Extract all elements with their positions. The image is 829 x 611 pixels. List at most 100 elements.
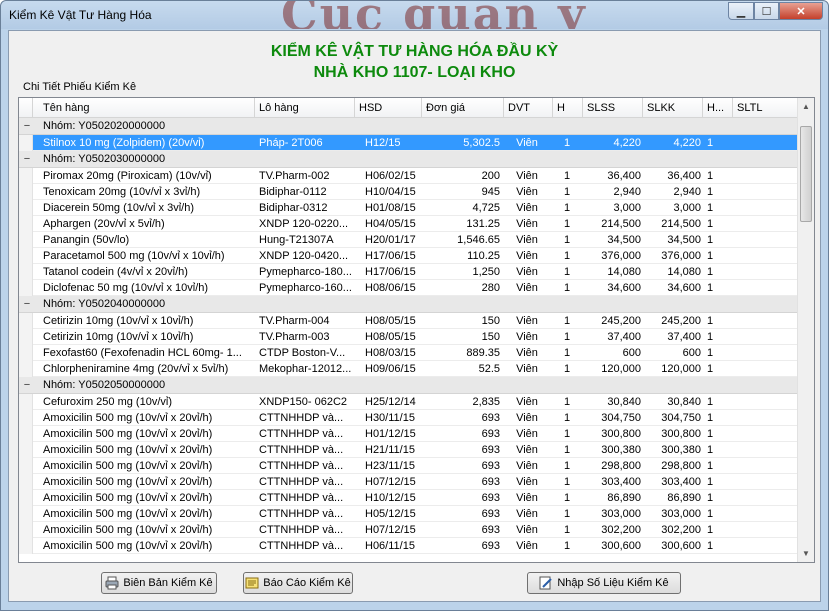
cell-h[interactable]: 1 xyxy=(553,330,581,344)
table-row[interactable]: Amoxicilin 500 mg (10v/vỉ x 20vỉ/h) CTTNH… xyxy=(19,410,799,426)
cell-h2[interactable]: 1 xyxy=(707,330,731,344)
cell-slss[interactable]: 302,200 xyxy=(583,523,641,537)
cell-slkk[interactable]: 600 xyxy=(643,346,701,360)
cell-sltl[interactable] xyxy=(735,330,797,344)
cell-sltl[interactable] xyxy=(735,136,797,150)
cell-h2[interactable]: 1 xyxy=(707,443,731,457)
cell-slss[interactable]: 86,890 xyxy=(583,491,641,505)
cell-sltl[interactable] xyxy=(735,233,797,247)
cell-lot[interactable]: CTTNHHDP và... xyxy=(259,507,353,521)
cell-slkk[interactable]: 302,200 xyxy=(643,523,701,537)
table-row[interactable]: Amoxicilin 500 mg (10v/vỉ x 20vỉ/h) CTTNH… xyxy=(19,506,799,522)
cell-slss[interactable]: 2,940 xyxy=(583,185,641,199)
cell-price[interactable]: 131.25 xyxy=(422,217,500,231)
cell-price[interactable]: 889.35 xyxy=(422,346,500,360)
cell-slkk[interactable]: 86,890 xyxy=(643,491,701,505)
column-h2[interactable]: H... xyxy=(703,98,733,118)
cell-sltl[interactable] xyxy=(735,395,797,409)
cell-slkk[interactable]: 214,500 xyxy=(643,217,701,231)
cell-slss[interactable]: 304,750 xyxy=(583,411,641,425)
cell-h[interactable]: 1 xyxy=(553,395,581,409)
cell-h2[interactable]: 1 xyxy=(707,201,731,215)
column-ten-hang[interactable]: Tên hàng xyxy=(33,98,255,118)
cell-h2[interactable]: 1 xyxy=(707,249,731,263)
cell-lot[interactable]: Pymepharco-180... xyxy=(259,265,353,279)
column-slkk[interactable]: SLKK xyxy=(643,98,703,118)
group-row[interactable]: − Nhóm: Y0502050000000 xyxy=(19,377,799,394)
cell-name[interactable]: Amoxicilin 500 mg (10v/vỉ x 20vỉ/h) xyxy=(43,459,253,473)
cell-slss[interactable]: 300,380 xyxy=(583,443,641,457)
cell-lot[interactable]: TV.Pharm-004 xyxy=(259,314,353,328)
cell-h[interactable]: 1 xyxy=(553,523,581,537)
table-row[interactable]: Amoxicilin 500 mg (10v/vỉ x 20vỉ/h) CTTNH… xyxy=(19,458,799,474)
cell-h2[interactable]: 1 xyxy=(707,281,731,295)
cell-price[interactable]: 693 xyxy=(422,539,500,553)
cell-price[interactable]: 693 xyxy=(422,475,500,489)
cell-unit[interactable]: Viên xyxy=(507,281,547,295)
cell-slkk[interactable]: 4,220 xyxy=(643,136,701,150)
cell-hsd[interactable]: H07/12/15 xyxy=(365,475,419,489)
cell-unit[interactable]: Viên xyxy=(507,427,547,441)
cell-price[interactable]: 693 xyxy=(422,427,500,441)
cell-slss[interactable]: 298,800 xyxy=(583,459,641,473)
cell-h[interactable]: 1 xyxy=(553,217,581,231)
cell-sltl[interactable] xyxy=(735,427,797,441)
cell-lot[interactable]: Pháp- 2T006 xyxy=(259,136,353,150)
cell-name[interactable]: Diclofenac 50 mg (10v/vỉ x 10vỉ/h) xyxy=(43,281,253,295)
cell-slss[interactable]: 245,200 xyxy=(583,314,641,328)
cell-h2[interactable]: 1 xyxy=(707,491,731,505)
table-row[interactable]: Amoxicilin 500 mg (10v/vỉ x 20vỉ/h) CTTNH… xyxy=(19,442,799,458)
cell-slss[interactable]: 36,400 xyxy=(583,169,641,183)
cell-price[interactable]: 1,250 xyxy=(422,265,500,279)
cell-sltl[interactable] xyxy=(735,523,797,537)
table-row[interactable]: Diacerein 50mg (10v/vỉ x 3vỉ/h) Bidiphar-… xyxy=(19,200,799,216)
cell-lot[interactable]: XNDP 120-0220... xyxy=(259,217,353,231)
cell-name[interactable]: Diacerein 50mg (10v/vỉ x 3vỉ/h) xyxy=(43,201,253,215)
cell-lot[interactable]: CTTNHHDP và... xyxy=(259,539,353,553)
cell-hsd[interactable]: H07/12/15 xyxy=(365,523,419,537)
cell-h2[interactable]: 1 xyxy=(707,475,731,489)
column-hsd[interactable]: HSD xyxy=(355,98,422,118)
cell-lot[interactable]: TV.Pharm-002 xyxy=(259,169,353,183)
table-row[interactable]: Diclofenac 50 mg (10v/vỉ x 10vỉ/h) Pymeph… xyxy=(19,280,799,296)
cell-h[interactable]: 1 xyxy=(553,427,581,441)
collapse-icon[interactable]: − xyxy=(21,378,33,392)
table-row[interactable]: Amoxicilin 500 mg (10v/vỉ x 20vỉ/h) CTTNH… xyxy=(19,474,799,490)
table-row[interactable]: Cefuroxim 250 mg (10v/vỉ) XNDP150- 062C2 H… xyxy=(19,394,799,410)
cell-slss[interactable]: 300,600 xyxy=(583,539,641,553)
cell-slkk[interactable]: 300,600 xyxy=(643,539,701,553)
cell-sltl[interactable] xyxy=(735,443,797,457)
cell-unit[interactable]: Viên xyxy=(507,265,547,279)
cell-slkk[interactable]: 304,750 xyxy=(643,411,701,425)
cell-hsd[interactable]: H09/06/15 xyxy=(365,362,419,376)
collapse-icon[interactable]: − xyxy=(21,152,33,166)
cell-name[interactable]: Amoxicilin 500 mg (10v/vỉ x 20vỉ/h) xyxy=(43,443,253,457)
cell-slss[interactable]: 303,400 xyxy=(583,475,641,489)
cell-slkk[interactable]: 300,380 xyxy=(643,443,701,457)
cell-hsd[interactable]: H20/01/17 xyxy=(365,233,419,247)
cell-h2[interactable]: 1 xyxy=(707,136,731,150)
cell-h2[interactable]: 1 xyxy=(707,427,731,441)
cell-name[interactable]: Chlorpheniramine 4mg (20v/vỉ x 5vỉ/h) xyxy=(43,362,253,376)
cell-h[interactable]: 1 xyxy=(553,314,581,328)
cell-hsd[interactable]: H21/11/15 xyxy=(365,443,419,457)
collapse-icon[interactable]: − xyxy=(21,297,33,311)
cell-unit[interactable]: Viên xyxy=(507,346,547,360)
minimize-button[interactable]: ▁ xyxy=(728,2,754,20)
cell-lot[interactable]: CTTNHHDP và... xyxy=(259,443,353,457)
cell-name[interactable]: Amoxicilin 500 mg (10v/vỉ x 20vỉ/h) xyxy=(43,427,253,441)
cell-hsd[interactable]: H06/11/15 xyxy=(365,539,419,553)
table-row[interactable]: Fexofast60 (Fexofenadin HCL 60mg- 1... CT… xyxy=(19,345,799,361)
cell-h[interactable]: 1 xyxy=(553,346,581,360)
title-bar[interactable]: Cuc quan y Kiểm Kê Vật Tư Hàng Hóa ▁ ☐ ✕ xyxy=(1,1,828,29)
column-dvt[interactable]: DVT xyxy=(504,98,553,118)
cell-slss[interactable]: 376,000 xyxy=(583,249,641,263)
cell-price[interactable]: 945 xyxy=(422,185,500,199)
cell-name[interactable]: Fexofast60 (Fexofenadin HCL 60mg- 1... xyxy=(43,346,253,360)
cell-unit[interactable]: Viên xyxy=(507,185,547,199)
table-row[interactable]: Amoxicilin 500 mg (10v/vỉ x 20vỉ/h) CTTNH… xyxy=(19,426,799,442)
cell-h2[interactable]: 1 xyxy=(707,411,731,425)
cell-sltl[interactable] xyxy=(735,249,797,263)
cell-hsd[interactable]: H17/06/15 xyxy=(365,265,419,279)
cell-sltl[interactable] xyxy=(735,346,797,360)
